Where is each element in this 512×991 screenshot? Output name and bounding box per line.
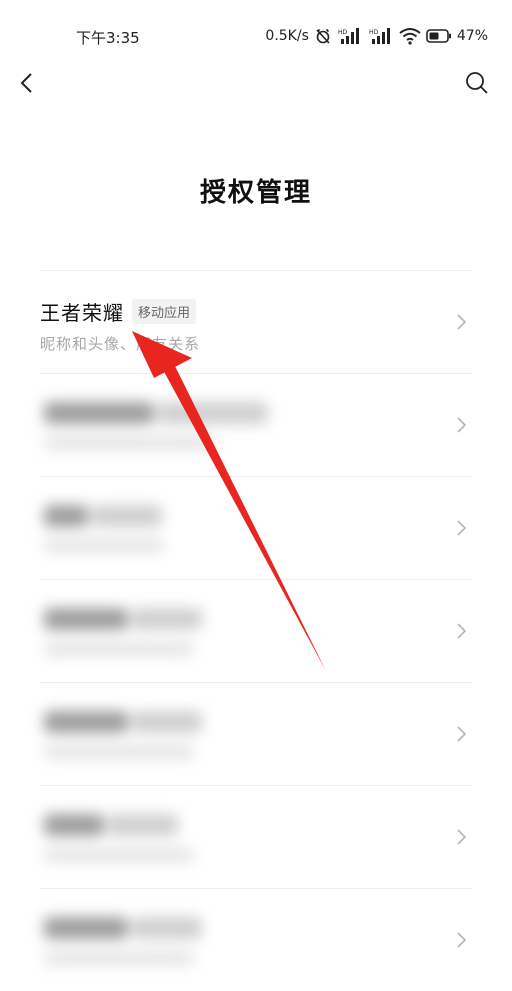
- blurred-content: [40, 889, 300, 989]
- chevron-left-icon: [10, 73, 44, 104]
- permission-summary: 昵称和头像、朋友关系: [40, 335, 201, 353]
- list-item[interactable]: [40, 785, 472, 888]
- chevron-right-icon: [454, 725, 468, 743]
- list-item[interactable]: [40, 579, 472, 682]
- chevron-right-icon: [454, 622, 468, 640]
- status-time: 下午3:35: [76, 29, 140, 47]
- page-title: 授权管理: [199, 178, 312, 208]
- battery-icon: [426, 29, 452, 43]
- authorized-app-list: 王者荣耀 移动应用 昵称和头像、朋友关系: [0, 270, 512, 991]
- svg-text:HD: HD: [338, 29, 348, 36]
- list-item[interactable]: [40, 373, 472, 476]
- app-name: 王者荣耀: [40, 301, 124, 325]
- list-item[interactable]: 王者荣耀 移动应用 昵称和头像、朋友关系: [40, 270, 472, 373]
- blurred-content: [40, 580, 300, 680]
- battery-percent: 47%: [456, 28, 488, 44]
- blurred-content: [40, 786, 300, 886]
- blurred-content: [40, 683, 300, 783]
- back-button[interactable]: [10, 66, 44, 100]
- nav-bar: [0, 60, 512, 104]
- chevron-right-icon: [454, 313, 468, 331]
- network-speed: 0.5K/s: [265, 28, 309, 44]
- hd-signal-icon: HD: [368, 27, 394, 45]
- blurred-content: [40, 374, 300, 474]
- chevron-right-icon: [454, 416, 468, 434]
- svg-text:HD: HD: [369, 29, 379, 36]
- search-button[interactable]: [460, 66, 494, 100]
- chevron-right-icon: [454, 519, 468, 537]
- chevron-right-icon: [454, 828, 468, 846]
- row-title: 王者荣耀 移动应用: [40, 297, 197, 326]
- hd-signal-icon: HD: [337, 27, 363, 45]
- chevron-right-icon: [454, 931, 468, 949]
- search-icon: [460, 72, 494, 104]
- blurred-content: [40, 477, 300, 577]
- list-item[interactable]: [40, 476, 472, 579]
- wifi-icon: [399, 27, 421, 45]
- status-icons: 0.5K/s HD HD 47%: [265, 26, 488, 46]
- app-type-badge: 移动应用: [132, 299, 197, 324]
- list-item[interactable]: [40, 682, 472, 785]
- alarm-off-icon: [314, 27, 332, 45]
- list-item[interactable]: [40, 888, 472, 991]
